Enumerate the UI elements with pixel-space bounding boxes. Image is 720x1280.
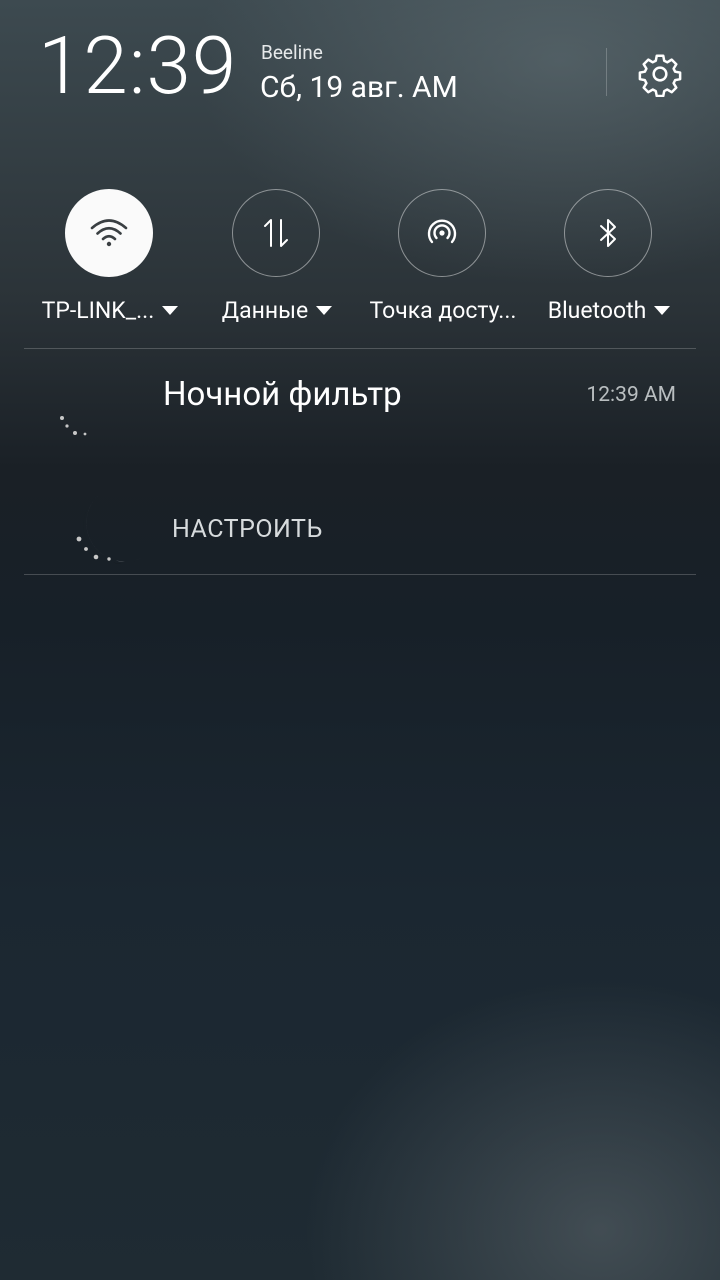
tile-bluetooth[interactable]: Bluetooth	[529, 189, 689, 339]
tile-wifi-label[interactable]: TP-LINK_...	[20, 297, 200, 324]
configure-button[interactable]: НАСТРОИТЬ	[172, 515, 323, 544]
mobile-data-toggle[interactable]	[232, 189, 320, 277]
gear-icon	[638, 54, 682, 97]
carrier-name: Beeline	[261, 41, 323, 64]
hotspot-icon	[427, 219, 457, 244]
date[interactable]: Сб, 19 авг. AM	[260, 70, 458, 105]
app-icon	[52, 378, 118, 448]
chevron-down-icon	[654, 306, 671, 315]
hotspot-toggle[interactable]	[398, 189, 486, 277]
chevron-down-icon	[316, 306, 333, 315]
bluetooth-toggle[interactable]	[564, 189, 652, 277]
moon-icon	[60, 382, 118, 439]
header-divider	[606, 48, 607, 96]
notification-title: Ночной фильтр	[163, 375, 402, 414]
tile-bluetooth-label[interactable]: Bluetooth	[519, 297, 699, 324]
notification-large-icon	[66, 488, 150, 572]
bluetooth-icon	[600, 219, 616, 247]
moon-icon	[76, 492, 148, 564]
divider-top	[24, 348, 696, 349]
notification-night-filter[interactable]: Ночной фильтр 12:39 AM НАСТРОИТЬ	[24, 350, 696, 574]
mobile-data-icon	[264, 219, 288, 247]
divider-bottom	[24, 574, 696, 575]
settings-button[interactable]	[634, 48, 686, 100]
tile-hotspot[interactable]: Точка досту...	[363, 189, 523, 339]
notification-header: 12:39 Beeline Сб, 19 авг. AM	[0, 0, 720, 140]
notification-time: 12:39 AM	[586, 383, 676, 407]
tile-hotspot-label[interactable]: Точка досту...	[353, 297, 533, 324]
clock: 12:39	[38, 19, 238, 113]
wifi-toggle[interactable]	[65, 189, 153, 277]
tile-mobile-data-label[interactable]: Данные	[187, 297, 367, 324]
chevron-down-icon	[162, 306, 179, 315]
wifi-icon	[90, 219, 128, 247]
tile-mobile-data[interactable]: Данные	[197, 189, 357, 339]
tile-wifi[interactable]: TP-LINK_...	[30, 189, 190, 339]
